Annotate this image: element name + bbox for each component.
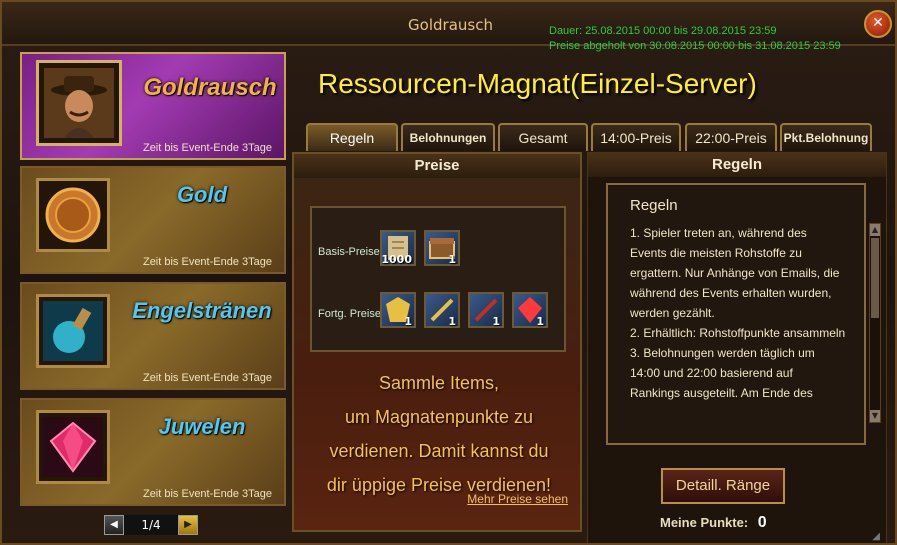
gem-icon [36,410,110,484]
event-item-gold[interactable]: Gold Zeit bis Event-Ende 3Tage [20,166,286,274]
tab-regeln[interactable]: Regeln [306,123,398,151]
duration-text: Dauer: 25.08.2015 00:00 bis 29.08.2015 2… [549,25,777,37]
claim-period-text: Preise abgeholt von 30.08.2015 00:00 bis… [549,40,841,52]
points-label: Meine Punkte: [660,515,749,530]
event-time-left: Zeit bis Event-Ende 3Tage [142,488,272,500]
tab-1400-preis[interactable]: 14:00-Preis [591,123,681,151]
close-button[interactable]: ✕ [864,10,892,38]
rules-header: Regeln [588,153,886,177]
tab-gesamt[interactable]: Gesamt [498,123,588,151]
event-name: Engelstränen [132,298,272,323]
item-count: 1 [536,315,544,328]
rules-title: Regeln [630,197,678,214]
event-item-juwelen[interactable]: Juwelen Zeit bis Event-Ende 3Tage [20,398,286,506]
ruby-icon[interactable]: 1 [512,292,548,328]
event-name: Gold [176,182,228,207]
event-dates: Dauer: 25.08.2015 00:00 bis 29.08.2015 2… [549,24,841,54]
gold-coin-icon [36,178,110,252]
title-bar: Goldrausch Dauer: 25.08.2015 00:00 bis 2… [2,2,895,52]
prizes-box: Basis-Preise 1000 1 Fortg. Preise 1 1 1 [310,206,566,352]
event-time-left: Zeit bis Event-Ende 3Tage [142,142,272,154]
item-count: 1 [448,315,456,328]
next-page-button[interactable]: ▶ [178,515,198,535]
promo-line: Sammle Items, [378,373,500,393]
sword-icon[interactable]: 1 [424,292,460,328]
scroll-thumb[interactable] [871,238,879,318]
resize-grip-icon: ◢ [872,531,880,542]
tab-pkt-belohnung[interactable]: Pkt.Belohnung [780,123,872,151]
item-count: 1 [448,253,456,266]
tab-2200-preis[interactable]: 22:00-Preis [685,123,777,151]
dagger-icon[interactable]: 1 [468,292,504,328]
scroll-up-arrow-icon[interactable]: ▲ [870,224,880,236]
rule-line: 1. Spieler treten an, während des Events… [630,226,840,320]
item-count: 1 [404,315,412,328]
rules-panel: Regeln Regeln 1. Spieler treten an, währ… [587,152,887,543]
page-indicator: 1/4 [124,515,178,535]
scroll-down-arrow-icon[interactable]: ▼ [870,410,880,422]
promo-line: verdienen. Damit kannst du [329,441,549,461]
potion-icon [36,294,110,368]
tab-belohnungen[interactable]: Belohnungen [401,123,495,151]
my-points: Meine Punkte: 0 [660,514,767,532]
event-pager: ◀ 1/4 ▶ [104,514,198,536]
advanced-prizes-label: Fortg. Preise [318,308,381,320]
rules-text: 1. Spieler treten an, während des Events… [630,223,846,403]
promo-text: Sammle Items, um Magnatenpunkte zu verdi… [294,366,584,502]
event-window: Goldrausch Dauer: 25.08.2015 00:00 bis 2… [0,0,897,545]
event-item-engelstraenen[interactable]: Engelstränen Zeit bis Event-Ende 3Tage [20,282,286,390]
rules-scrollbar[interactable]: ▲ ▼ [869,223,881,423]
prev-page-button[interactable]: ◀ [104,515,124,535]
prizes-panel: Preise Basis-Preise 1000 1 Fortg. Preise… [292,152,582,532]
chest-icon[interactable]: 1 [424,230,460,266]
rule-line: 2. Erhältlich: Rohstoffpunkte ansammeln [630,326,846,340]
detail-ranking-button[interactable]: Detaill. Ränge [661,468,785,504]
rules-box: Regeln 1. Spieler treten an, während des… [606,183,866,445]
event-time-left: Zeit bis Event-Ende 3Tage [142,372,272,384]
adventurer-portrait-icon [36,60,122,146]
armor-icon[interactable]: 1 [380,292,416,328]
item-count: 1 [492,315,500,328]
basic-prizes-label: Basis-Preise [318,246,380,258]
rule-line: 3. Belohnungen werden täglich um 14:00 u… [630,346,815,400]
scroll-icon[interactable]: 1000 [380,230,416,266]
promo-line: um Magnatenpunkte zu [344,407,534,427]
event-time-left: Zeit bis Event-Ende 3Tage [142,256,272,268]
prizes-header: Preise [294,154,580,178]
event-title: Ressourcen-Magnat(Einzel-Server) [318,68,757,99]
event-item-goldrausch[interactable]: Goldrausch Zeit bis Event-Ende 3Tage [20,52,286,160]
item-count: 1000 [381,253,412,266]
event-name: Juwelen [158,414,246,439]
points-value: 0 [757,514,767,531]
more-prizes-link[interactable]: Mehr Preise sehen [467,492,568,506]
event-name: Goldrausch [143,74,277,101]
